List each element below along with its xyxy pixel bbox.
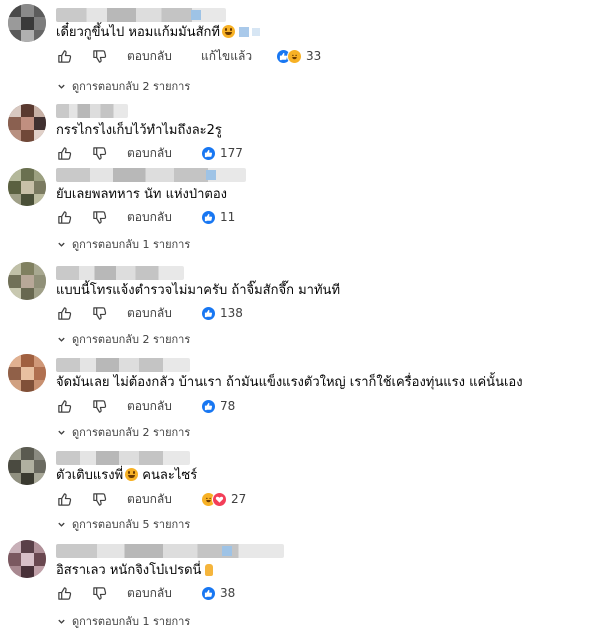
chevron-down-icon bbox=[58, 522, 65, 527]
comment-text: อิสราเลว หนักจิงโบ๋เปรดนี่ bbox=[56, 562, 214, 580]
reply-button[interactable]: ตอบกลับ bbox=[127, 305, 172, 321]
comment-actions: ตอบกลับ 177 bbox=[56, 144, 576, 164]
like-button-icon[interactable] bbox=[56, 144, 72, 162]
author-name[interactable] bbox=[56, 544, 284, 558]
like-button-icon[interactable] bbox=[56, 47, 72, 65]
like-button-icon[interactable] bbox=[56, 208, 72, 226]
reply-button[interactable]: ตอบกลับ bbox=[127, 48, 172, 64]
comment-actions: ตอบกลับ 27 bbox=[56, 490, 576, 510]
reaction-count: 138 bbox=[220, 306, 243, 320]
reply-button[interactable]: ตอบกลับ bbox=[127, 585, 172, 601]
comment-text: แบบนี้โทรแจ้งตำรวจไม่มาครับ ถ้าจิ๊มสักจึ… bbox=[56, 283, 341, 298]
view-replies-link[interactable]: ดูการตอบกลับ 2 รายการ bbox=[57, 424, 190, 440]
reaction-summary[interactable]: 38 bbox=[201, 584, 235, 602]
chevron-down-icon bbox=[58, 337, 65, 342]
reaction-summary[interactable]: 33 bbox=[276, 47, 321, 65]
comment-text: ตัวเติบแรงพี่ คนละไซร์ bbox=[56, 468, 198, 483]
reaction-summary[interactable]: 78 bbox=[201, 397, 235, 415]
like-button-icon[interactable] bbox=[56, 397, 72, 415]
author-name[interactable] bbox=[56, 104, 128, 118]
love-icon bbox=[212, 491, 227, 507]
chevron-down-icon bbox=[58, 84, 65, 89]
author-name[interactable] bbox=[56, 358, 190, 372]
dislike-button-icon[interactable] bbox=[91, 490, 107, 508]
reaction-count: 177 bbox=[220, 146, 243, 160]
reaction-count: 27 bbox=[231, 492, 247, 506]
reaction-count: 78 bbox=[220, 399, 236, 413]
comment-text: จัดมันเลย ไม่ต้องกลัว บ้านเรา ถ้ามันแข็ง… bbox=[56, 375, 523, 390]
reply-button[interactable]: ตอบกลับ bbox=[127, 145, 172, 161]
avatar[interactable] bbox=[8, 540, 46, 578]
reaction-summary[interactable]: 177 bbox=[201, 144, 243, 162]
reply-button[interactable]: ตอบกลับ bbox=[127, 209, 172, 225]
reaction-count: 38 bbox=[220, 586, 236, 600]
avatar[interactable] bbox=[8, 354, 46, 392]
grin-emoji-icon bbox=[221, 25, 235, 38]
author-name[interactable] bbox=[56, 266, 184, 280]
avatar[interactable] bbox=[8, 168, 46, 206]
dislike-button-icon[interactable] bbox=[91, 397, 107, 415]
replies-label: ดูการตอบกลับ 2 รายการ bbox=[72, 80, 191, 93]
like-icon bbox=[201, 145, 216, 161]
edited-label: แก้ไขแล้ว bbox=[201, 49, 253, 63]
like-button-icon[interactable] bbox=[56, 304, 72, 322]
hand-emoji-icon bbox=[205, 564, 214, 576]
dislike-button-icon[interactable] bbox=[91, 584, 107, 602]
chevron-down-icon bbox=[58, 242, 65, 247]
reply-button[interactable]: ตอบกลับ bbox=[127, 491, 172, 507]
view-replies-link[interactable]: ดูการตอบกลับ 1 รายการ bbox=[57, 236, 190, 252]
like-icon bbox=[201, 585, 216, 601]
view-replies-link[interactable]: ดูการตอบกลับ 2 รายการ bbox=[57, 331, 190, 347]
comment-actions: ตอบกลับ 38 bbox=[56, 584, 576, 604]
reaction-summary[interactable]: 138 bbox=[201, 304, 243, 322]
like-button-icon[interactable] bbox=[56, 584, 72, 602]
replies-label: ดูการตอบกลับ 1 รายการ bbox=[72, 615, 191, 628]
reaction-count: 33 bbox=[306, 49, 322, 63]
comment-actions: ตอบกลับ 78 bbox=[56, 397, 576, 417]
like-icon bbox=[201, 305, 216, 321]
view-replies-link[interactable]: ดูการตอบกลับ 1 รายการ bbox=[57, 613, 190, 629]
avatar[interactable] bbox=[8, 104, 46, 142]
author-name[interactable] bbox=[56, 8, 226, 22]
comment-text: เดี๋ยวกูขึ้นไป หอมแก้มมันสักที bbox=[56, 24, 260, 42]
reaction-summary[interactable]: 27 bbox=[201, 490, 246, 508]
replies-label: ดูการตอบกลับ 2 รายการ bbox=[72, 333, 191, 346]
avatar[interactable] bbox=[8, 447, 46, 485]
like-icon bbox=[201, 398, 216, 414]
dislike-button-icon[interactable] bbox=[91, 304, 107, 322]
reaction-summary[interactable]: 11 bbox=[201, 208, 235, 226]
comment-text: กรรไกรไงเก็บไว้ทำไมถึงละ2รู bbox=[56, 123, 222, 138]
comment-actions: ตอบกลับ แก้ไขแล้ว 33 bbox=[56, 47, 576, 67]
like-icon bbox=[201, 209, 216, 225]
comment-text: ยับเลยพลทหาร นัท แห่งป่าตอง bbox=[56, 187, 228, 202]
like-button-icon[interactable] bbox=[56, 490, 72, 508]
view-replies-link[interactable]: ดูการตอบกลับ 2 รายการ bbox=[57, 78, 190, 94]
chevron-down-icon bbox=[58, 430, 65, 435]
avatar[interactable] bbox=[8, 4, 46, 42]
avatar[interactable] bbox=[8, 262, 46, 300]
dislike-button-icon[interactable] bbox=[91, 47, 107, 65]
reply-button[interactable]: ตอบกลับ bbox=[127, 398, 172, 414]
comment-actions: ตอบกลับ 11 bbox=[56, 208, 576, 228]
reaction-count: 11 bbox=[220, 210, 236, 224]
author-name[interactable] bbox=[56, 168, 246, 182]
laughing-emoji-icon bbox=[125, 468, 139, 481]
author-name[interactable] bbox=[56, 451, 190, 465]
replies-label: ดูการตอบกลับ 1 รายการ bbox=[72, 238, 191, 251]
dislike-button-icon[interactable] bbox=[91, 144, 107, 162]
replies-label: ดูการตอบกลับ 5 รายการ bbox=[72, 518, 191, 531]
haha-icon bbox=[287, 48, 302, 64]
replies-label: ดูการตอบกลับ 2 รายการ bbox=[72, 426, 191, 439]
comment-actions: ตอบกลับ 138 bbox=[56, 304, 576, 324]
dislike-button-icon[interactable] bbox=[91, 208, 107, 226]
chevron-down-icon bbox=[58, 619, 65, 624]
view-replies-link[interactable]: ดูการตอบกลับ 5 รายการ bbox=[57, 516, 190, 532]
